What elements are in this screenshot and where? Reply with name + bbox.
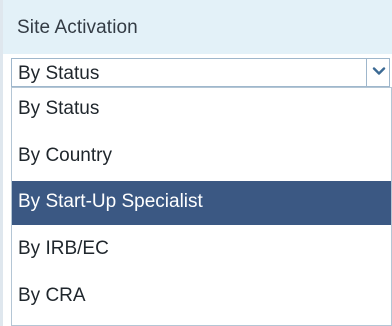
option-label: By Country — [18, 145, 112, 166]
panel-header: Site Activation — [3, 0, 392, 54]
option-label: By CRA — [18, 285, 86, 306]
option-by-start-up-specialist[interactable]: By Start-Up Specialist — [12, 181, 391, 225]
option-by-country[interactable]: By Country — [12, 135, 391, 179]
dropdown-list: By Status By Country By Start-Up Special… — [11, 87, 392, 326]
site-activation-panel: Site Activation By Status By Status By C… — [0, 0, 392, 326]
option-label: By Status — [18, 98, 100, 119]
option-by-cra[interactable]: By CRA — [12, 275, 391, 319]
option-by-status[interactable]: By Status — [12, 88, 391, 132]
option-label: By IRB/EC — [18, 238, 109, 259]
panel-title: Site Activation — [17, 17, 138, 38]
option-label: By Start-Up Specialist — [18, 191, 203, 212]
select-divider — [366, 59, 367, 86]
option-by-irb-ec[interactable]: By IRB/EC — [12, 228, 391, 272]
chevron-down-icon[interactable] — [372, 64, 386, 78]
group-by-select[interactable]: By Status — [11, 58, 390, 87]
select-current-value: By Status — [18, 63, 100, 84]
